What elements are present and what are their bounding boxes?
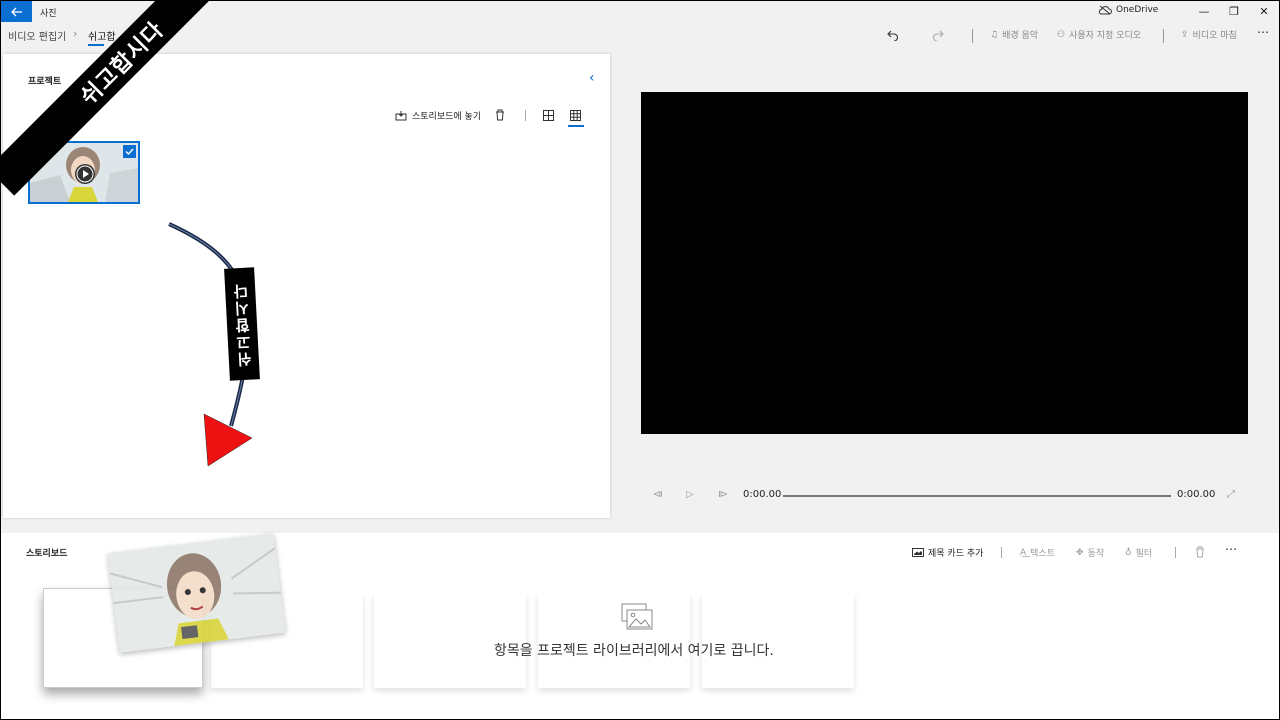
add-title-card-label: 제목 카드 추가 (928, 549, 984, 559)
app-window: 사진 OneDrive — ❐ ✕ 비디오 편집기 › 쉬고합 ♫ 배경 음악 … (1, 1, 1279, 719)
arrow-head-icon (203, 413, 253, 467)
total-time: 0:00.00 (1177, 489, 1216, 500)
storyboard-panel: 스토리보드 제목 카드 추가 A͟ 텍스트 ✥ 동작 ♁ 필터 ⋯ 항목을 프로… (1, 533, 1279, 719)
next-frame-icon[interactable]: ⧐ (718, 489, 728, 500)
add-title-card-button[interactable]: 제목 카드 추가 (912, 546, 983, 559)
text-icon: A͟ (1020, 547, 1027, 558)
storyboard-empty-message: 항목을 프로젝트 라이브러리에서 여기로 끕니다. (494, 643, 774, 659)
filter-icon: ♁ (1125, 547, 1132, 558)
play-icon[interactable]: ▷ (686, 489, 694, 500)
filters-button[interactable]: ♁ 필터 (1125, 546, 1153, 560)
video-preview[interactable] (641, 92, 1248, 434)
previous-frame-icon[interactable]: ⧏ (653, 489, 663, 500)
storyboard-title: 스토리보드 (26, 549, 68, 559)
dragged-clip-thumbnail[interactable] (107, 533, 286, 653)
storyboard-divider (1001, 547, 1002, 558)
motion-label: 동작 (1087, 549, 1105, 559)
seek-bar[interactable] (783, 495, 1171, 497)
cartoon-face-image (107, 533, 286, 653)
trash-icon (1196, 546, 1204, 558)
current-time: 0:00.00 (743, 489, 782, 500)
storyboard-more-button[interactable]: ⋯ (1225, 542, 1237, 556)
motion-icon: ✥ (1076, 547, 1084, 558)
playback-controls: ⧏ ▷ ⧐ 0:00.00 0:00.00 ⤢ (641, 487, 1251, 505)
title-card-icon (912, 548, 924, 557)
vertical-annotation-label: 쉬고합시다 (224, 267, 260, 381)
delete-storyboard-button[interactable] (1195, 546, 1205, 558)
filters-label: 필터 (1135, 549, 1153, 559)
motion-button[interactable]: ✥ 동작 (1076, 546, 1105, 560)
text-label: 텍스트 (1030, 549, 1056, 559)
fullscreen-icon[interactable]: ⤢ (1227, 489, 1235, 500)
text-button[interactable]: A͟ 텍스트 (1020, 546, 1056, 560)
storyboard-divider (1175, 547, 1176, 558)
media-placeholder-icon (621, 603, 653, 630)
